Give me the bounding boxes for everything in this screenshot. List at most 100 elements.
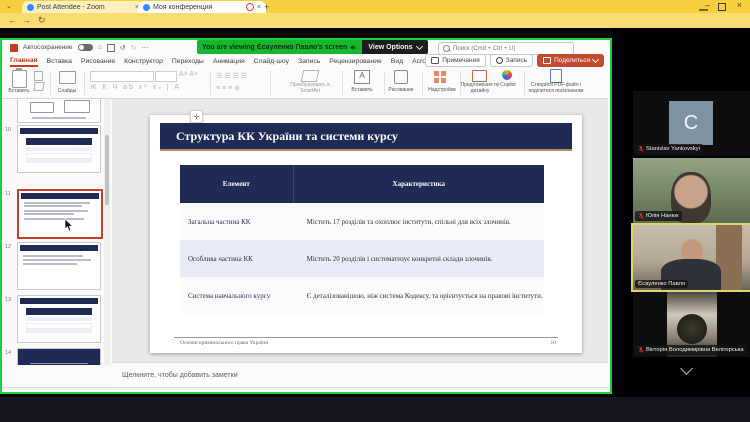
browser-tab-my-conference[interactable]: Моя конференция × xyxy=(138,1,266,13)
copilot-label[interactable]: Copilot xyxy=(496,83,520,89)
insert-textbox-icon[interactable]: A xyxy=(354,70,370,84)
home-icon[interactable]: ⌂ xyxy=(98,44,102,51)
table-row: Система навчального курсу Є деталізовані… xyxy=(180,277,544,314)
ribbon-tab-design[interactable]: Конструктор xyxy=(124,58,163,65)
cell-element: Загальна частина КК xyxy=(180,203,295,240)
ribbon-tab-review[interactable]: Рецензирование xyxy=(329,58,381,65)
slide-thumbnail-panel: 10 11 xyxy=(2,99,113,365)
participant-tile-yuliia[interactable]: Юлія Нанюк xyxy=(633,158,750,223)
table-header-characteristic: Характеристика xyxy=(294,165,544,203)
ribbon-tab-insert[interactable]: Вставка xyxy=(47,58,72,65)
browser-tab-post-attendee[interactable]: Post Attendee - Zoom × xyxy=(22,1,144,13)
ribbon-tab-animations[interactable]: Анимация xyxy=(213,58,245,65)
back-icon[interactable]: ← xyxy=(8,13,17,28)
more-commands-icon[interactable]: ⋯ xyxy=(142,44,149,52)
thumbnail-slide-11-selected[interactable] xyxy=(17,189,103,239)
thumbnail-slide-13[interactable] xyxy=(17,295,101,343)
create-pdf-label[interactable]: Створити PDF-файл і поділитися посилання… xyxy=(528,83,584,95)
viewing-banner-text: You are viewing Єсауленко Павло's screen xyxy=(197,40,362,54)
new-slide-icon[interactable] xyxy=(59,71,76,84)
slide-object-anchor-icon[interactable]: ✛ xyxy=(190,110,203,123)
windows-taskbar: 10 УКР 08:40 11.03.2026 2 xyxy=(0,397,750,422)
notes-pane[interactable]: Щелкните, чтобы добавить заметки xyxy=(112,362,608,388)
comments-button[interactable]: Примечания xyxy=(425,54,486,67)
mouse-cursor xyxy=(64,218,74,232)
table-header-row: Елемент Характеристика xyxy=(180,165,544,203)
designer-label[interactable]: Предложения по дизайну xyxy=(460,83,500,95)
thumbnail-number: 14 xyxy=(5,350,11,356)
window-minimize-button[interactable]: – xyxy=(705,0,710,10)
window-close-button[interactable]: × xyxy=(737,0,742,10)
table-row: Особлива частина КК Містить 20 розділів … xyxy=(180,240,544,277)
mic-muted-icon xyxy=(638,212,644,220)
redo-icon: ↻ xyxy=(131,44,137,52)
participant-name-label: Юлія Нанюк xyxy=(635,211,682,221)
tab-close-icon[interactable]: × xyxy=(257,4,261,11)
shared-screen-frame: Автосохранение ⌂ ↺ ↻ ⋯ Поиск (Cmd + Ctrl… xyxy=(0,38,612,394)
strikethrough-button: ab x² x₂ | A xyxy=(123,84,181,91)
ribbon-tab-home[interactable]: Главная xyxy=(10,57,38,67)
zoom-favicon-icon xyxy=(27,4,34,11)
forward-icon[interactable]: → xyxy=(22,13,31,28)
zoom-favicon-icon xyxy=(143,4,150,11)
ribbon-tab-record[interactable]: Запись xyxy=(298,58,320,65)
view-options-button[interactable]: View Options xyxy=(362,40,427,54)
copilot-icon[interactable] xyxy=(502,70,512,80)
underline-button: Ч xyxy=(112,84,119,91)
thumbnail-number: 11 xyxy=(5,191,11,197)
autosave-toggle[interactable] xyxy=(78,44,93,51)
addins-label[interactable]: Надстройки xyxy=(422,88,462,94)
record-button[interactable]: Запись xyxy=(490,54,533,67)
participant-tile-stanislav[interactable]: C Stanislav Yankovskyi xyxy=(633,91,750,156)
thumbnail-scrollbar-thumb[interactable] xyxy=(105,135,109,205)
slides-label[interactable]: Слайды xyxy=(52,89,82,95)
designer-icon[interactable] xyxy=(472,70,487,82)
paste-label[interactable]: Вставить xyxy=(4,89,34,95)
comments-button-label: Примечания xyxy=(442,57,480,64)
participant-tile-yesaulenko-active-speaker[interactable]: Єсауленко Павло xyxy=(633,225,750,290)
thumbnail-number: 12 xyxy=(5,244,11,250)
font-size-dropdown[interactable] xyxy=(155,71,177,82)
create-pdf-icon[interactable] xyxy=(550,69,562,83)
thumbnail-slide-14[interactable] xyxy=(17,348,101,365)
font-name-dropdown[interactable] xyxy=(90,71,154,82)
format-painter-icon[interactable] xyxy=(33,82,44,91)
tab-search-chevron-icon[interactable]: ⌄ xyxy=(6,2,12,10)
save-icon[interactable] xyxy=(107,44,115,52)
thumbnail-slide-9[interactable] xyxy=(17,99,101,123)
window-maximize-button[interactable] xyxy=(718,3,726,11)
cell-description: Містить 17 розділів та охоплює інститути… xyxy=(295,203,544,240)
ribbon-tab-slideshow[interactable]: Слайд-шоу xyxy=(254,58,289,65)
view-options-caret-icon xyxy=(416,42,423,49)
paste-clipboard-icon[interactable] xyxy=(12,70,27,88)
undo-icon[interactable]: ↺ xyxy=(120,44,126,52)
thumbnail-slide-10[interactable] xyxy=(17,125,101,173)
draw-label[interactable]: Рисование xyxy=(384,88,418,94)
thumbnail-slide-12[interactable] xyxy=(17,242,101,290)
share-icon xyxy=(543,57,551,64)
share-button[interactable]: Поделиться xyxy=(537,54,604,67)
current-slide[interactable]: ✛ Структура КК України та системи курсу … xyxy=(150,115,582,353)
participant-tile-viktoriia[interactable]: Вікторія Володимирівна Велігорська xyxy=(633,292,750,357)
smartart-icon xyxy=(301,70,320,82)
align-buttons: ≡ ≡ ≡ ≣ xyxy=(216,84,240,92)
ribbon-tab-draw[interactable]: Рисование xyxy=(81,58,115,65)
participant-avatar: C xyxy=(669,101,713,145)
cell-description: Містить 20 розділів і систематизує конкр… xyxy=(295,240,544,277)
addins-icon[interactable] xyxy=(434,71,446,83)
record-button-label: Запись xyxy=(506,57,527,64)
autosave-label: Автосохранение xyxy=(23,44,73,51)
draw-pen-icon[interactable] xyxy=(394,70,408,84)
mic-muted-icon xyxy=(638,145,644,153)
more-participants-chevron-icon[interactable] xyxy=(680,362,693,375)
new-tab-button[interactable]: + xyxy=(264,2,269,12)
ribbon-tab-view[interactable]: Вид xyxy=(391,58,403,65)
reload-icon[interactable]: ↻ xyxy=(38,13,46,28)
insert-label[interactable]: Вставить xyxy=(346,88,378,94)
participant-name-label: Єсауленко Павло xyxy=(635,280,688,288)
list-buttons: ☰ ☰ ☰ ☰ xyxy=(216,72,247,80)
ppt-status-bar: Слайд 10 из 40 русский (Украина) Специал… xyxy=(2,387,608,390)
copy-icon[interactable] xyxy=(34,71,43,81)
ribbon-tab-transitions[interactable]: Переходы xyxy=(172,58,204,65)
browser-tabstrip: ⌄ Post Attendee - Zoom × Моя конференция… xyxy=(0,0,750,13)
